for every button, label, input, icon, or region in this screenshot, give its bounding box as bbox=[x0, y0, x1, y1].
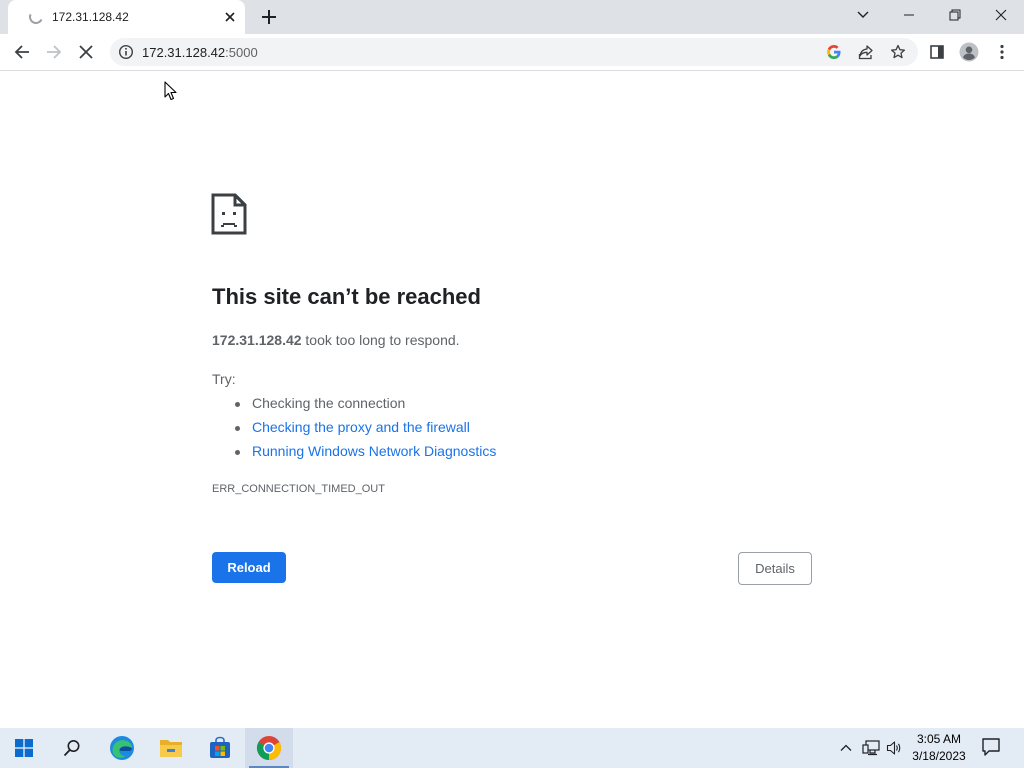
edge-browser-icon[interactable] bbox=[98, 728, 146, 768]
suggestion-run-diagnostics-link[interactable]: Running Windows Network Diagnostics bbox=[234, 443, 496, 459]
try-label: Try: bbox=[212, 371, 236, 387]
search-icon[interactable] bbox=[48, 728, 96, 768]
browser-toolbar: 172.31.128.42:5000 bbox=[0, 34, 1024, 71]
tab-strip: 172.31.128.42 bbox=[0, 0, 1024, 34]
loading-spinner-icon bbox=[27, 8, 45, 26]
reload-button[interactable]: Reload bbox=[212, 552, 286, 583]
error-host: 172.31.128.42 bbox=[212, 332, 302, 348]
google-lens-icon[interactable] bbox=[826, 44, 842, 60]
file-explorer-icon[interactable] bbox=[147, 728, 195, 768]
site-info-icon[interactable] bbox=[118, 44, 134, 60]
url-port: :5000 bbox=[225, 45, 258, 60]
address-bar[interactable]: 172.31.128.42:5000 bbox=[110, 38, 918, 66]
more-menu-icon[interactable] bbox=[988, 38, 1016, 66]
restore-icon[interactable] bbox=[932, 0, 978, 30]
clock-time: 3:05 AM bbox=[916, 732, 962, 746]
minimize-icon[interactable] bbox=[886, 0, 932, 30]
sad-page-icon bbox=[211, 193, 247, 235]
show-hidden-icons-chevron-icon[interactable] bbox=[838, 740, 854, 756]
forward-arrow-icon[interactable] bbox=[40, 38, 68, 66]
close-tab-icon[interactable] bbox=[221, 8, 239, 26]
browser-window: 172.31.128.42 172.31.128.42:5000 This si… bbox=[0, 0, 1024, 768]
close-window-icon[interactable] bbox=[978, 0, 1024, 30]
suggestion-check-connection: Checking the connection bbox=[234, 395, 406, 411]
error-description: 172.31.128.42 took too long to respond. bbox=[212, 332, 460, 348]
stop-loading-icon[interactable] bbox=[72, 38, 100, 66]
bookmark-star-icon[interactable] bbox=[890, 44, 906, 60]
suggestion-check-proxy-link[interactable]: Checking the proxy and the firewall bbox=[235, 419, 470, 435]
microsoft-store-icon[interactable] bbox=[196, 728, 244, 768]
notifications-icon[interactable] bbox=[980, 736, 1002, 758]
details-button[interactable]: Details bbox=[738, 552, 812, 585]
error-message: took too long to respond. bbox=[301, 332, 460, 348]
mouse-cursor-icon bbox=[164, 81, 178, 101]
network-icon[interactable] bbox=[862, 740, 880, 756]
error-title: This site can’t be reached bbox=[212, 284, 481, 309]
share-icon[interactable] bbox=[858, 44, 874, 60]
start-menu-icon[interactable] bbox=[0, 728, 48, 768]
tab-search-chevron-icon[interactable] bbox=[840, 0, 886, 30]
windows-taskbar: 3:05 AM 3/18/2023 bbox=[0, 728, 1024, 768]
back-arrow-icon[interactable] bbox=[8, 38, 36, 66]
profile-avatar-icon[interactable] bbox=[955, 38, 983, 66]
clock-date: 3/18/2023 bbox=[912, 749, 966, 763]
error-code: ERR_CONNECTION_TIMED_OUT bbox=[212, 483, 385, 495]
url-text[interactable]: 172.31.128.42:5000 bbox=[142, 45, 258, 60]
url-host: 172.31.128.42 bbox=[142, 45, 226, 60]
volume-icon[interactable] bbox=[886, 740, 902, 756]
taskbar-clock[interactable]: 3:05 AM 3/18/2023 bbox=[908, 731, 970, 765]
error-page: This site can’t be reached 172.31.128.42… bbox=[0, 71, 1024, 728]
tab-title: 172.31.128.42 bbox=[52, 10, 129, 24]
new-tab-icon[interactable] bbox=[259, 7, 279, 27]
chrome-browser-icon[interactable] bbox=[245, 728, 293, 768]
side-panel-icon[interactable] bbox=[923, 38, 951, 66]
browser-tab[interactable]: 172.31.128.42 bbox=[8, 0, 245, 34]
